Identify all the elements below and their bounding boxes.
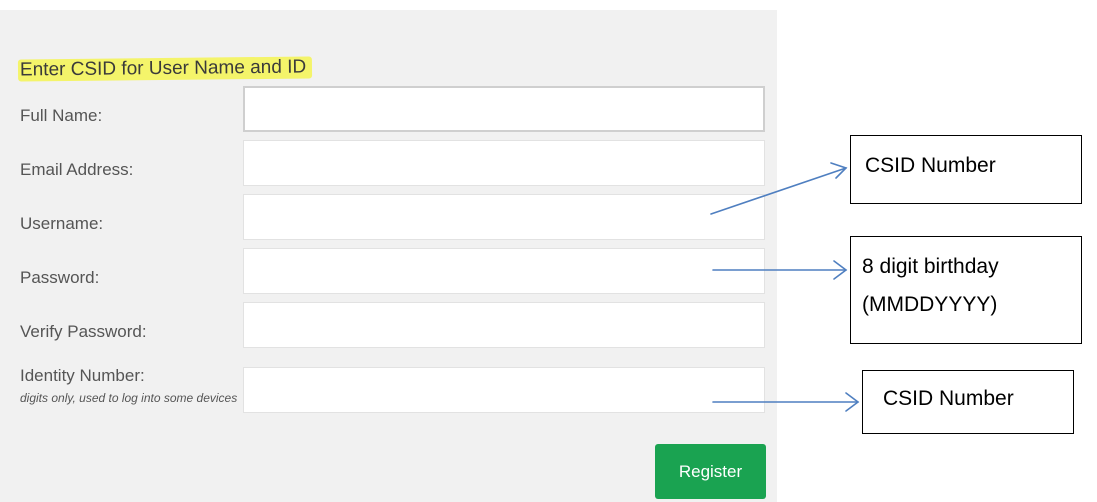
identity-arrow-icon <box>712 392 860 412</box>
password-arrow-icon <box>712 260 848 280</box>
annotation-arrows <box>710 162 860 412</box>
username-arrow-icon <box>710 162 848 215</box>
